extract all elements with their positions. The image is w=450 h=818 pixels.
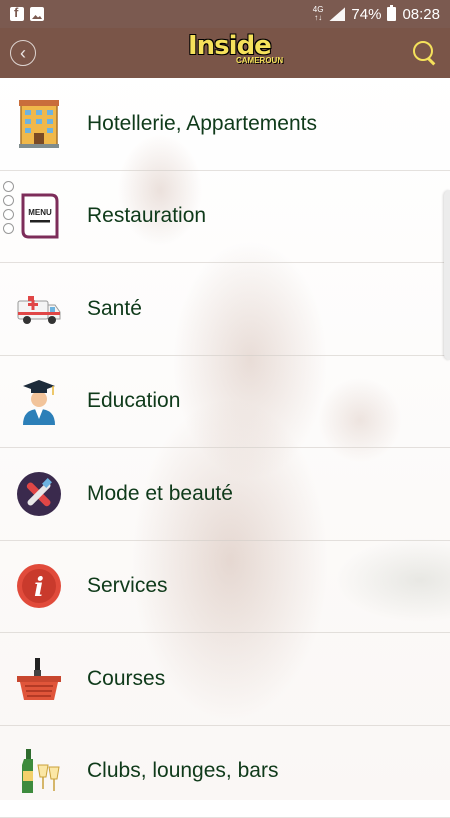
menu-item-education[interactable]: Education (0, 356, 450, 449)
shopping-basket-icon (4, 644, 74, 714)
ambulance-icon (4, 274, 74, 344)
back-button[interactable]: ‹ (10, 40, 36, 66)
side-pager-dots[interactable] (3, 181, 14, 234)
restaurant-menu-icon: MENU (4, 181, 74, 251)
graduate-icon (4, 366, 74, 436)
chevron-left-icon: ‹ (20, 44, 26, 62)
network-indicator: 4G↑↓ (313, 6, 324, 22)
status-bar: 4G↑↓ 74% 08:28 (0, 0, 450, 28)
battery-level: 74% (351, 6, 381, 23)
beauty-icon (4, 459, 74, 529)
hotel-icon (4, 89, 74, 159)
category-menu: Hotellerie, Appartements MENU Restaurati… (0, 78, 450, 818)
svg-text:i: i (34, 573, 44, 603)
menu-item-services[interactable]: i Services (0, 541, 450, 634)
menu-item-clubs[interactable]: Clubs, lounges, bars (0, 726, 450, 818)
menu-item-courses[interactable]: Courses (0, 633, 450, 726)
bottle-glasses-icon (4, 736, 74, 806)
battery-icon (387, 7, 396, 21)
search-button[interactable] (410, 38, 440, 68)
menu-item-restauration[interactable]: MENU Restauration (0, 171, 450, 264)
menu-item-hotellerie[interactable]: Hotellerie, Appartements (0, 78, 450, 171)
menu-item-sante[interactable]: Santé (0, 263, 450, 356)
clock: 08:28 (402, 6, 440, 23)
info-icon: i (4, 551, 74, 621)
app-bar: ‹ Inside CAMEROUN (0, 28, 450, 78)
facebook-notification-icon (10, 7, 24, 21)
menu-item-mode-beaute[interactable]: Mode et beauté (0, 448, 450, 541)
app-logo: Inside CAMEROUN (188, 32, 283, 72)
svg-text:MENU: MENU (28, 208, 52, 217)
image-notification-icon (30, 7, 44, 21)
edge-panel-handle[interactable] (444, 190, 450, 360)
signal-icon (329, 7, 345, 21)
